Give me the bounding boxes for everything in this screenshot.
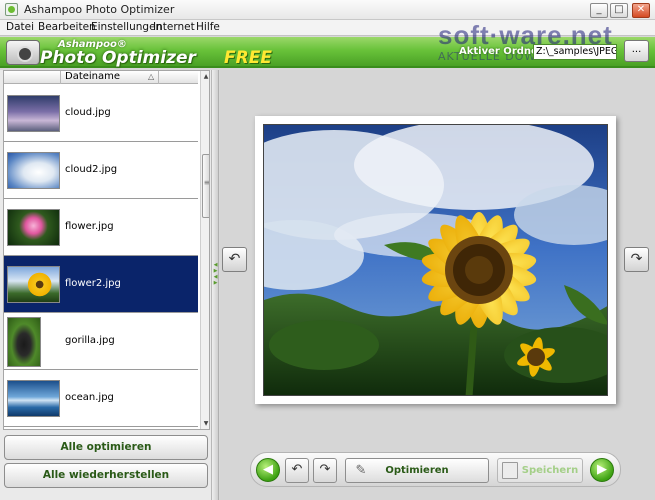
rotate-left-button[interactable]: ↶ xyxy=(285,458,309,483)
menu-datei[interactable]: Datei xyxy=(6,21,34,33)
floppy-disk-icon xyxy=(502,462,518,479)
thumbnail-cloud xyxy=(7,95,60,132)
scroll-up-icon[interactable]: ▲ xyxy=(201,71,209,83)
sort-ascending-icon: △ xyxy=(148,72,155,81)
browse-folder-button[interactable]: ... xyxy=(624,40,649,62)
camera-logo-icon xyxy=(6,40,40,65)
file-name: ocean.jpg xyxy=(65,392,114,403)
close-button[interactable]: ✕ xyxy=(632,3,650,18)
title-bar: Ashampoo Photo Optimizer _ □ ✕ xyxy=(0,0,655,20)
restore-all-button[interactable]: Alle wiederherstellen xyxy=(4,463,208,488)
window-title: Ashampoo Photo Optimizer xyxy=(24,3,175,16)
photo-frame xyxy=(255,116,616,404)
menu-hilfe[interactable]: Hilfe xyxy=(196,21,220,33)
thumbnail-ocean xyxy=(7,380,60,417)
thumbnail-column-header[interactable] xyxy=(4,71,61,84)
file-row[interactable]: gorilla.jpg xyxy=(4,313,198,370)
rotate-left-icon: ↶ xyxy=(291,462,303,477)
rotate-left-side-button[interactable]: ↶ xyxy=(222,247,247,272)
rotate-right-button[interactable]: ↷ xyxy=(313,458,337,483)
bottom-toolbar: ◀ ↶ ↷ ✎ Optimieren Speichern ▶ xyxy=(250,452,621,487)
previous-arrow-icon: ◀ xyxy=(263,462,273,477)
file-name: cloud.jpg xyxy=(65,107,111,118)
thumbnail-flower xyxy=(7,209,60,246)
file-name: cloud2.jpg xyxy=(65,164,118,175)
thumbnail-cloud2 xyxy=(7,152,60,189)
minimize-button[interactable]: _ xyxy=(590,3,608,18)
edition-label: FREE xyxy=(224,48,272,68)
optimize-all-button[interactable]: Alle optimieren xyxy=(4,435,208,460)
photo-preview xyxy=(263,124,608,396)
optimize-label: Optimieren xyxy=(385,465,449,476)
maximize-button[interactable]: □ xyxy=(610,3,628,18)
product-name: Photo Optimizer xyxy=(40,48,196,68)
active-folder-field[interactable]: Z:\_samples\JPEG\ xyxy=(533,44,617,60)
file-row-partial xyxy=(4,427,198,429)
file-row[interactable]: flower.jpg xyxy=(4,199,198,256)
list-header: Dateiname △ xyxy=(4,71,198,84)
next-arrow-icon: ▶ xyxy=(597,462,607,477)
file-list-scrollbar[interactable]: ▲ ▼ xyxy=(200,71,209,429)
file-row[interactable]: cloud2.jpg xyxy=(4,142,198,199)
preview-area: ↶ ↷ ◀ ↶ ↷ ✎ Optimieren Speichern ▶ xyxy=(220,70,655,500)
thumbnail-flower2 xyxy=(7,266,60,303)
optimize-button[interactable]: ✎ Optimieren xyxy=(345,458,489,483)
file-name: flower.jpg xyxy=(65,221,114,232)
file-name: flower2.jpg xyxy=(65,278,121,289)
menu-einstellungen[interactable]: Einstellungen xyxy=(91,21,162,33)
rotate-right-icon: ↷ xyxy=(630,251,643,267)
sunflower-image xyxy=(264,125,607,395)
save-button[interactable]: Speichern xyxy=(497,458,583,483)
file-list: Dateiname △ cloud.jpg cloud2.jpg flower.… xyxy=(3,70,210,430)
file-row[interactable]: cloud.jpg xyxy=(4,85,198,142)
menu-bearbeiten[interactable]: Bearbeiten xyxy=(38,21,96,33)
file-row[interactable]: ocean.jpg xyxy=(4,370,198,427)
next-image-button[interactable]: ▶ xyxy=(590,458,614,482)
splitter-grip-icon: ◀ ▶ ◀ ▶ xyxy=(213,262,218,286)
rotate-left-icon: ↶ xyxy=(228,251,241,267)
save-label: Speichern xyxy=(521,465,579,476)
scrollbar-thumb[interactable] xyxy=(202,154,209,218)
file-name: gorilla.jpg xyxy=(65,335,115,346)
thumbnail-gorilla xyxy=(7,317,41,367)
filename-column-label: Dateiname xyxy=(65,71,121,82)
menu-internet[interactable]: Internet xyxy=(153,21,195,33)
file-panel: Dateiname △ cloud.jpg cloud2.jpg flower.… xyxy=(0,70,212,500)
previous-image-button[interactable]: ◀ xyxy=(256,458,280,482)
panel-splitter[interactable]: ◀ ▶ ◀ ▶ xyxy=(212,70,219,500)
file-row-selected[interactable]: flower2.jpg xyxy=(4,256,198,313)
rotate-right-icon: ↷ xyxy=(319,462,331,477)
app-icon xyxy=(5,3,18,16)
scroll-down-icon[interactable]: ▼ xyxy=(201,418,209,429)
rotate-right-side-button[interactable]: ↷ xyxy=(624,247,649,272)
